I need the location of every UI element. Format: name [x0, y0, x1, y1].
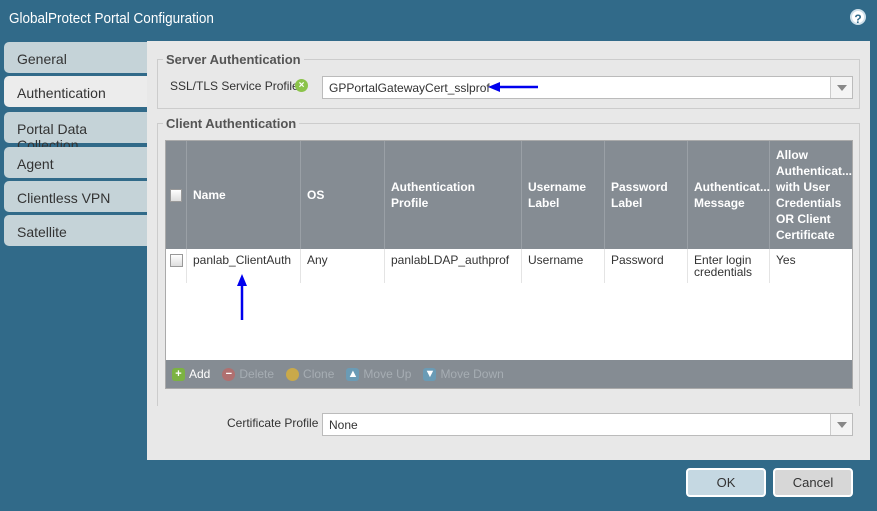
- client-auth-table: Name OS Authentication Profile Username …: [165, 140, 853, 389]
- help-icon[interactable]: ?: [850, 9, 866, 26]
- window-title: GlobalProtect Portal Configuration: [9, 10, 214, 27]
- arrow-down-icon: ▼: [423, 367, 437, 381]
- row-checkbox-cell: [166, 249, 187, 283]
- cell-allow-auth: Yes: [776, 253, 796, 267]
- chevron-down-icon[interactable]: [830, 77, 852, 98]
- clone-label: Clone: [303, 367, 335, 381]
- cert-profile-value: None: [329, 418, 358, 432]
- column-header-password-label[interactable]: Password Label: [605, 141, 688, 249]
- chevron-down-icon[interactable]: [830, 414, 852, 435]
- clone-button[interactable]: Clone: [286, 367, 334, 381]
- arrow-up-icon: ▲: [346, 367, 360, 381]
- cell-auth-profile: panlabLDAP_authprof: [385, 249, 522, 283]
- annotation-arrow-up: [237, 274, 247, 320]
- column-header-allow-auth[interactable]: Allow Authenticat... with User Credentia…: [770, 141, 852, 249]
- plus-icon: +: [172, 367, 185, 381]
- ssl-profile-select[interactable]: GPPortalGatewayCert_sslprof: [322, 76, 853, 99]
- column-header-os[interactable]: OS: [301, 141, 385, 249]
- tab-agent[interactable]: Agent: [4, 147, 150, 178]
- column-header-auth-message[interactable]: Authenticat... Message: [688, 141, 770, 249]
- column-header-username-label[interactable]: Username Label: [522, 141, 605, 249]
- tab-portal-data-collection[interactable]: Portal Data Collection: [4, 112, 150, 153]
- add-button[interactable]: + Add: [172, 367, 210, 381]
- ssl-profile-label: SSL/TLS Service Profile: [170, 79, 299, 93]
- minus-icon: −: [222, 367, 236, 381]
- cancel-button[interactable]: Cancel: [773, 468, 853, 497]
- cell-username-label: Username: [522, 249, 605, 283]
- server-auth-legend: Server Authentication: [166, 52, 301, 67]
- delete-button[interactable]: − Delete: [222, 367, 274, 381]
- tab-authentication[interactable]: Authentication: [4, 76, 150, 107]
- move-up-button[interactable]: ▲ Move Up: [346, 367, 411, 381]
- delete-label: Delete: [239, 367, 275, 381]
- column-header-auth-profile[interactable]: Authentication Profile: [385, 141, 522, 249]
- select-all-cell: [166, 141, 187, 249]
- tab-satellite[interactable]: Satellite: [4, 215, 150, 246]
- move-down-label: Move Down: [440, 367, 504, 381]
- ok-button[interactable]: OK: [686, 468, 766, 497]
- clear-icon[interactable]: ×: [295, 79, 308, 92]
- tab-clientless-vpn[interactable]: Clientless VPN: [4, 181, 150, 212]
- annotation-arrow-left: [488, 82, 538, 92]
- cell-auth-message: Enter login credentials: [688, 249, 770, 283]
- move-up-label: Move Up: [363, 367, 412, 381]
- cell-os: Any: [301, 249, 385, 283]
- row-checkbox[interactable]: [170, 254, 183, 267]
- cell-password-label: Password: [605, 249, 688, 283]
- add-label: Add: [189, 367, 211, 381]
- move-down-button[interactable]: ▼ Move Down: [423, 367, 504, 381]
- cert-profile-select[interactable]: None: [322, 413, 853, 436]
- cert-profile-label: Certificate Profile: [227, 416, 319, 430]
- client-auth-legend: Client Authentication: [166, 116, 297, 131]
- ssl-profile-value: GPPortalGatewayCert_sslprof: [329, 81, 490, 95]
- clone-icon: [286, 367, 300, 381]
- select-all-checkbox[interactable]: [170, 188, 182, 202]
- table-toolbar: + Add − Delete Clone ▲ Move Up ▼ Move Down: [166, 360, 852, 388]
- column-header-name[interactable]: Name: [187, 141, 301, 249]
- tab-general[interactable]: General: [4, 42, 150, 73]
